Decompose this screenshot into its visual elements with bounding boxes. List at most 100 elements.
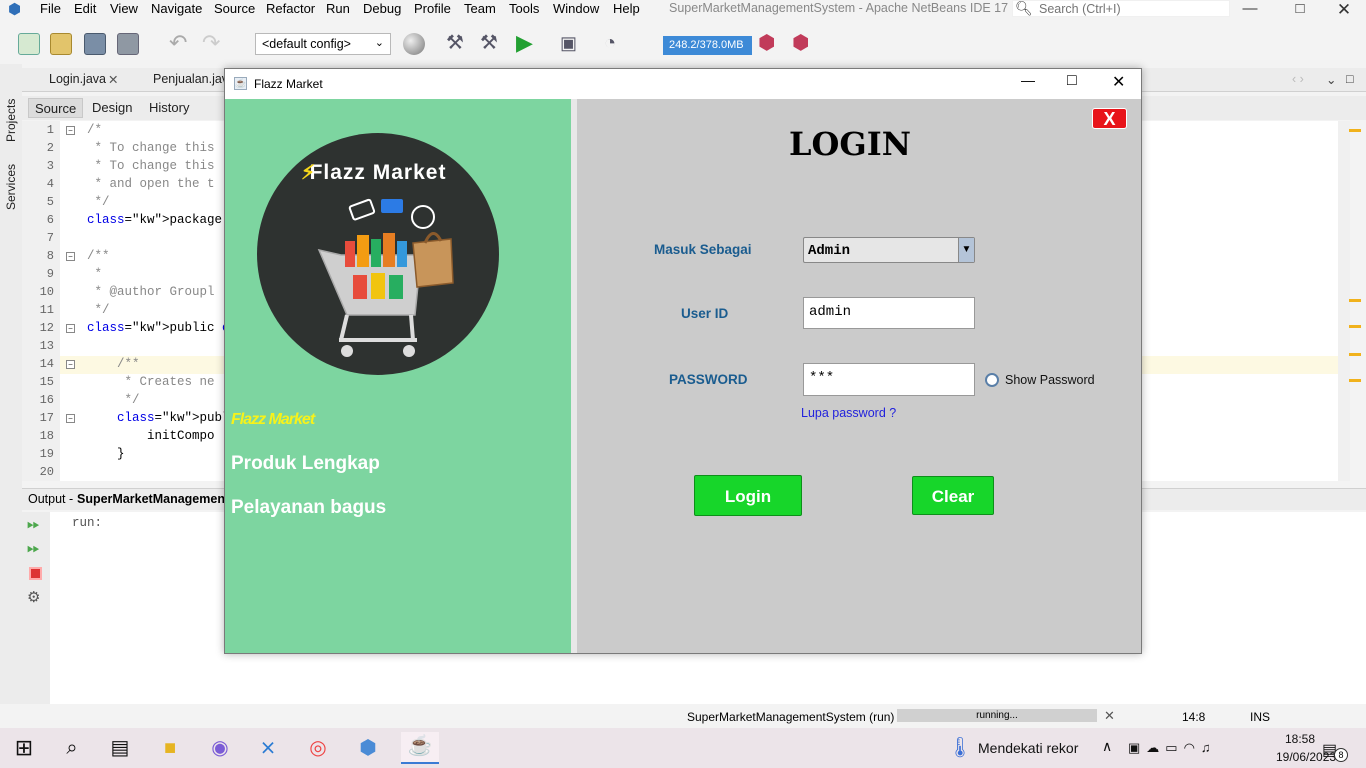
code-line: }	[87, 447, 125, 461]
menu-window[interactable]: Window	[553, 1, 599, 16]
menu-profile[interactable]: Profile	[414, 1, 451, 16]
forgot-password-link[interactable]: Lupa password ?	[801, 406, 896, 420]
close-icon[interactable]: ✕	[1332, 0, 1356, 19]
cancel-process-icon[interactable]: ✕	[1104, 708, 1115, 724]
menu-help[interactable]: Help	[613, 1, 640, 16]
chevron-up-icon[interactable]: ∧	[1102, 738, 1112, 755]
new-file-icon[interactable]	[18, 33, 40, 55]
copilot-icon[interactable]: ◉	[206, 734, 234, 762]
clean-build-icon[interactable]: ⚒	[480, 33, 502, 55]
password-field[interactable]: ***	[803, 363, 975, 396]
undo-icon[interactable]: ↶	[169, 32, 191, 55]
progress-bar[interactable]: running...	[897, 709, 1097, 722]
show-password-label[interactable]: Show Password	[1005, 373, 1095, 387]
search-icon[interactable]: ⌕	[58, 734, 86, 762]
fold-icon[interactable]: −	[66, 126, 75, 135]
chevron-down-icon[interactable]: ⌄	[1326, 72, 1336, 87]
minimize-icon[interactable]: —	[1021, 72, 1035, 88]
line-number: 15	[39, 375, 54, 389]
line-number: 6	[46, 213, 54, 227]
profile-icon[interactable]: ◔	[604, 33, 626, 55]
menu-navigate[interactable]: Navigate	[151, 1, 202, 16]
weather-icon[interactable]: 🌡︎	[946, 734, 974, 762]
projects-tab[interactable]: Projects	[4, 99, 18, 142]
build-icon[interactable]: ⚒	[446, 33, 468, 55]
task-view-icon[interactable]: ▤	[106, 734, 134, 762]
maximize-icon[interactable]: □	[1067, 72, 1077, 90]
netbeans-icon[interactable]: ⬢	[354, 734, 382, 762]
menu-edit[interactable]: Edit	[74, 1, 96, 16]
stripe-mark[interactable]	[1349, 299, 1361, 302]
caret-position: 14:8	[1182, 710, 1206, 724]
stripe-mark[interactable]	[1349, 325, 1361, 328]
config-select[interactable]: <default config> ⌄	[255, 33, 391, 55]
error-stripe	[1348, 121, 1366, 481]
maximize-icon[interactable]: □	[1288, 0, 1312, 18]
logo-text: Flazz Market	[309, 161, 447, 184]
minimize-icon[interactable]: —	[1238, 0, 1262, 18]
tab-penjualan-java[interactable]: Penjualan.java	[153, 72, 235, 86]
stripe-mark[interactable]	[1349, 379, 1361, 382]
tab-history[interactable]: History	[143, 98, 195, 118]
code-line: /**	[87, 249, 110, 263]
start-icon[interactable]: ⊞	[10, 734, 38, 762]
menu-refactor[interactable]: Refactor	[266, 1, 315, 16]
menu-team[interactable]: Team	[464, 1, 496, 16]
open-project-icon[interactable]	[84, 33, 106, 55]
menu-view[interactable]: View	[110, 1, 138, 16]
dropdown-arrow-icon[interactable]: ▼	[958, 238, 974, 262]
tabs-scroll-icon[interactable]: ‹ ›	[1292, 72, 1304, 86]
settings-icon[interactable]: ⚙	[27, 588, 40, 606]
dialog-titlebar: ☕ Flazz Market — □ ✕	[225, 69, 1141, 99]
ide-search-input[interactable]	[1039, 2, 1219, 16]
menu-tools[interactable]: Tools	[509, 1, 539, 16]
tray-icons[interactable]: ▣☁▭◠♫	[1128, 740, 1217, 756]
status-project[interactable]: SuperMarketManagementSystem (run)	[687, 710, 894, 724]
menu-file[interactable]: File	[40, 1, 61, 16]
restore-window-icon[interactable]: □	[1346, 72, 1354, 86]
platform-icon[interactable]	[403, 33, 425, 55]
debug-icon[interactable]: ▣	[560, 33, 582, 55]
fold-icon[interactable]: −	[66, 414, 75, 423]
chevron-down-icon: ⌄	[374, 37, 384, 49]
netbeans-logo-icon: ⬢	[8, 1, 22, 18]
file-explorer-icon[interactable]: ■	[156, 734, 184, 762]
menu-debug[interactable]: Debug	[363, 1, 401, 16]
fold-icon[interactable]: −	[66, 324, 75, 333]
chrome-icon[interactable]: ◎	[304, 734, 332, 762]
tab-source[interactable]: Source	[28, 98, 84, 118]
stripe-mark[interactable]	[1349, 353, 1361, 356]
stripe-mark[interactable]	[1349, 129, 1361, 132]
role-select[interactable]: Admin ▼	[803, 237, 975, 263]
show-password-radio[interactable]	[985, 373, 999, 387]
ide-search[interactable]: 🔍︎	[1012, 0, 1230, 17]
run-icon[interactable]: ▶	[516, 32, 538, 55]
tab-login-java[interactable]: Login.java	[49, 72, 106, 86]
fold-icon[interactable]: −	[66, 360, 75, 369]
new-project-icon[interactable]	[50, 33, 72, 55]
redo-icon[interactable]: ↷	[202, 32, 224, 55]
gc-icon[interactable]: ⬢	[758, 33, 780, 55]
stop-icon[interactable]	[29, 567, 42, 580]
java-app-icon[interactable]: ☕	[401, 732, 439, 764]
vscode-icon[interactable]: ⨯	[254, 734, 282, 762]
clock-time[interactable]: 18:58	[1276, 732, 1324, 746]
output-project[interactable]: SuperMarketManagement	[77, 492, 229, 506]
fold-icon[interactable]: −	[66, 252, 75, 261]
clear-button[interactable]: Clear	[912, 476, 994, 515]
menu-run[interactable]: Run	[326, 1, 350, 16]
close-icon[interactable]: ✕	[1112, 72, 1125, 92]
save-all-icon[interactable]	[117, 33, 139, 55]
search-icon: 🔍︎	[1015, 0, 1033, 16]
tab-design[interactable]: Design	[86, 98, 138, 118]
profiler-icon[interactable]: ⬢	[792, 33, 814, 55]
rerun-icon[interactable]: ⏩︎	[27, 516, 40, 534]
menu-source[interactable]: Source	[214, 1, 255, 16]
weather-text[interactable]: Mendekati rekor	[978, 740, 1078, 756]
services-tab[interactable]: Services	[4, 164, 18, 210]
close-tab-icon[interactable]: ✕	[108, 72, 118, 87]
memory-indicator[interactable]: 248.2/378.0MB	[663, 36, 752, 55]
login-button[interactable]: Login	[694, 475, 802, 516]
user-id-field[interactable]: admin	[803, 297, 975, 329]
rerun-params-icon[interactable]: ⏩︎	[27, 540, 40, 558]
